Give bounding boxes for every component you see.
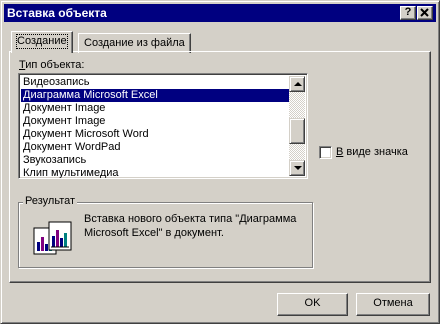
display-as-icon-label[interactable]: В виде значка [336,146,408,158]
object-type-items: Видеозапись Диаграмма Microsoft Excel До… [21,76,289,178]
close-button[interactable] [417,6,433,20]
result-group-title: Результат [23,195,78,207]
close-icon [420,8,429,17]
list-item[interactable]: Документ Image [21,115,289,128]
scroll-up-button[interactable] [289,76,305,92]
tab-create-from-file-label: Создание из файла [84,37,185,49]
list-item[interactable]: Документ Image [21,102,289,115]
arrow-up-icon [294,82,302,86]
arrow-down-icon [294,166,302,170]
chart-icon [33,221,72,255]
display-as-icon-label-rest: виде значка [343,146,408,158]
insert-object-dialog: Вставка объекта ? Создание Создание из ф… [0,0,440,324]
cancel-button[interactable]: Отмена [356,293,430,316]
ok-button[interactable]: OK [277,293,348,316]
list-item[interactable]: Клип мультимедиа [21,167,289,178]
scroll-down-button[interactable] [289,160,305,176]
display-as-icon-checkbox[interactable] [319,146,332,159]
window-title: Вставка объекта [7,6,107,20]
list-item[interactable]: Документ Microsoft Word [21,128,289,141]
list-item[interactable]: Звукозапись [21,154,289,167]
result-text: Вставка нового объекта типа "Диаграмма M… [84,213,297,239]
list-item[interactable]: Документ WordPad [21,141,289,154]
tab-create-label: Создание [16,34,68,49]
list-item[interactable]: Видеозапись [21,76,289,89]
object-type-label: Тип объекта: [19,59,85,71]
result-group: Результат Вставка нового объекта типа "Д… [18,195,313,268]
tab-create[interactable]: Создание [11,31,73,53]
list-item[interactable]: Диаграмма Microsoft Excel [21,89,289,102]
tab-create-from-file[interactable]: Создание из файла [78,33,191,53]
scroll-thumb[interactable] [289,118,305,144]
object-type-label-rest: ип объекта: [25,59,85,71]
title-bar[interactable]: Вставка объекта ? [4,4,436,22]
help-button[interactable]: ? [400,6,416,20]
object-type-list[interactable]: Видеозапись Диаграмма Microsoft Excel До… [18,73,308,179]
list-scrollbar[interactable] [289,76,305,176]
